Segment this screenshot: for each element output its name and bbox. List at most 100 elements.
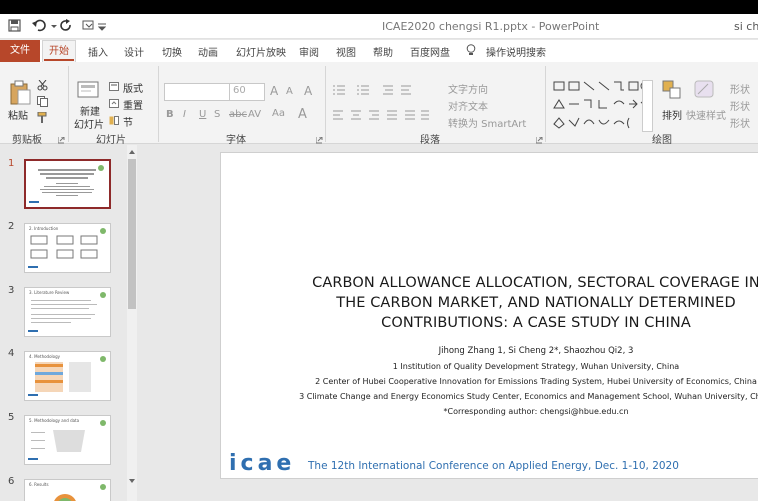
tab-insert[interactable]: 插入 bbox=[88, 44, 108, 59]
conference-footer: The 12th International Conference on App… bbox=[308, 460, 679, 472]
tell-me-search[interactable]: 操作说明搜索 bbox=[486, 44, 546, 59]
undo-icon[interactable] bbox=[32, 19, 48, 36]
slide-canvas[interactable]: CARBON ALLOWANCE ALLOCATION, SECTORAL CO… bbox=[220, 152, 758, 479]
shape-outline-button[interactable]: 形状 bbox=[730, 98, 750, 113]
slide-authors[interactable]: Jihong Zhang 1, Si Cheng 2*, Shaozhou Qi… bbox=[261, 346, 758, 356]
tab-file[interactable]: 文件 bbox=[0, 40, 40, 62]
ribbon-tabs: 文件 开始 插入 设计 切换 动画 幻灯片放映 审阅 视图 帮助 百度网盘 操作… bbox=[0, 40, 758, 62]
slide-thumbnail-6[interactable]: 6. Results bbox=[24, 479, 111, 501]
increase-font-icon[interactable]: A bbox=[270, 84, 278, 98]
dialog-launcher-icon[interactable] bbox=[535, 134, 543, 147]
thumbnail-title: 3. Literature Review bbox=[29, 290, 70, 295]
tab-design[interactable]: 设计 bbox=[124, 44, 144, 59]
affiliation-2: 2 Center of Hubei Cooperative Innovation… bbox=[315, 377, 757, 386]
cut-icon[interactable] bbox=[37, 79, 48, 94]
shapes-gallery-scroll[interactable] bbox=[642, 80, 653, 132]
shapes-gallery[interactable] bbox=[553, 80, 650, 135]
new-slide-dropdown[interactable]: 幻灯片 bbox=[74, 116, 104, 131]
font-name-combo[interactable] bbox=[164, 83, 232, 101]
slide-thumbnail-2[interactable]: 2. Introduction bbox=[24, 223, 111, 273]
tab-transitions[interactable]: 切换 bbox=[162, 44, 182, 59]
decrease-font-icon[interactable]: A bbox=[286, 86, 293, 97]
mouse-cursor-icon bbox=[520, 169, 532, 183]
group-label-slides: 幻灯片 bbox=[96, 135, 126, 146]
save-icon[interactable] bbox=[8, 19, 21, 36]
paste-icon[interactable] bbox=[9, 80, 31, 109]
shape-effects-button[interactable]: 形状 bbox=[730, 115, 750, 130]
thumbnail-title: 2. Introduction bbox=[29, 226, 59, 231]
thumbnail-scrollbar[interactable] bbox=[127, 145, 137, 501]
customize-icon[interactable] bbox=[82, 19, 96, 36]
redo-icon[interactable] bbox=[60, 19, 73, 36]
reset-button[interactable]: 重置 bbox=[123, 97, 143, 112]
new-slide-icon[interactable] bbox=[77, 80, 101, 105]
title-line: CARBON ALLOWANCE ALLOCATION, SECTORAL CO… bbox=[312, 275, 758, 291]
tab-animations[interactable]: 动画 bbox=[198, 44, 218, 59]
align-icons[interactable] bbox=[333, 109, 429, 124]
layout-button[interactable]: 版式 bbox=[123, 80, 143, 95]
title-bar: ICAE2020 chengsi R1.pptx - PowerPoint si… bbox=[0, 14, 758, 39]
strikethrough-icon[interactable]: abc bbox=[229, 109, 247, 120]
tab-baidu-netdisk[interactable]: 百度网盘 bbox=[410, 44, 450, 59]
corresponding-author: *Corresponding author: chengsi@hbue.edu.… bbox=[443, 407, 629, 416]
paste-button[interactable]: 粘贴 bbox=[8, 107, 28, 122]
arrange-button[interactable]: 排列 bbox=[662, 107, 682, 122]
slide-number: 1 bbox=[8, 158, 15, 169]
ribbon: 粘贴 剪贴板 新建 幻灯片 版式 重置 节 幻灯片 60 A A A B I U… bbox=[0, 62, 758, 147]
quick-styles-icon[interactable] bbox=[694, 80, 716, 103]
format-painter-icon[interactable] bbox=[37, 111, 48, 126]
chevron-down-icon[interactable] bbox=[51, 19, 57, 36]
chevron-down-icon[interactable] bbox=[97, 19, 107, 36]
change-case-icon[interactable]: Aa bbox=[272, 108, 285, 119]
font-color-icon[interactable]: A bbox=[298, 107, 307, 122]
character-spacing-icon[interactable]: AV bbox=[248, 109, 261, 120]
text-direction-button[interactable]: 文字方向 bbox=[448, 81, 488, 96]
slide-thumbnail-3[interactable]: 3. Literature Review bbox=[24, 287, 111, 337]
slide-number: 2 bbox=[8, 221, 15, 232]
dialog-launcher-icon[interactable] bbox=[315, 134, 323, 147]
align-text-button[interactable]: 对齐文本 bbox=[448, 98, 488, 113]
user-name[interactable]: si che bbox=[734, 20, 758, 33]
slide-title[interactable]: CARBON ALLOWANCE ALLOCATION, SECTORAL CO… bbox=[261, 273, 758, 333]
group-label-paragraph: 段落 bbox=[420, 135, 440, 146]
copy-icon[interactable] bbox=[37, 96, 48, 110]
slide-number: 5 bbox=[8, 412, 15, 423]
quick-styles-button[interactable]: 快速样式 bbox=[686, 107, 726, 122]
scroll-up-icon[interactable] bbox=[128, 146, 136, 159]
section-button[interactable]: 节 bbox=[123, 114, 133, 129]
tab-review[interactable]: 审阅 bbox=[299, 44, 319, 59]
tab-view[interactable]: 视图 bbox=[336, 44, 356, 59]
slide-thumbnails-pane: 1 2 2. Introduction 3 3. Literature Revi… bbox=[0, 145, 140, 501]
tab-help[interactable]: 帮助 bbox=[373, 44, 393, 59]
scroll-down-icon[interactable] bbox=[128, 475, 136, 488]
title-line: CONTRIBUTIONS: A CASE STUDY IN CHINA bbox=[381, 315, 691, 331]
bold-icon[interactable]: B bbox=[166, 109, 174, 120]
underline-icon[interactable]: U bbox=[199, 109, 206, 120]
group-label-clipboard: 剪贴板 bbox=[12, 135, 42, 146]
powerpoint-window: ICAE2020 chengsi R1.pptx - PowerPoint si… bbox=[0, 14, 758, 501]
affiliation-3: 3 Climate Change and Energy Economics St… bbox=[299, 392, 758, 401]
slide-thumbnail-4[interactable]: 4. Methodology bbox=[24, 351, 111, 401]
bullets-icon[interactable] bbox=[333, 84, 413, 99]
convert-smartart-button[interactable]: 转换为 SmartArt bbox=[448, 115, 526, 130]
thumbnail-title: 4. Methodology bbox=[29, 354, 61, 359]
slide-thumbnail-1[interactable] bbox=[24, 159, 111, 209]
scrollbar-thumb[interactable] bbox=[128, 159, 136, 309]
italic-icon[interactable]: I bbox=[183, 109, 186, 120]
slide-number: 4 bbox=[8, 348, 15, 359]
section-icon bbox=[109, 115, 119, 128]
clear-formatting-icon[interactable]: A bbox=[304, 84, 312, 98]
thumbnail-title: 5. Methodology and data bbox=[29, 418, 80, 423]
slide-thumbnail-5[interactable]: 5. Methodology and data bbox=[24, 415, 111, 465]
shadow-icon[interactable]: S bbox=[214, 109, 220, 120]
active-tab-indicator bbox=[44, 59, 74, 61]
font-size-combo[interactable]: 60 bbox=[229, 83, 265, 101]
arrange-icon[interactable] bbox=[662, 80, 682, 103]
affiliation-1: 1 Institution of Quality Development Str… bbox=[392, 362, 680, 371]
shape-fill-button[interactable]: 形状 bbox=[730, 81, 750, 96]
lightbulb-icon[interactable] bbox=[466, 44, 476, 59]
tab-slideshow[interactable]: 幻灯片放映 bbox=[236, 44, 286, 59]
document-title: ICAE2020 chengsi R1.pptx - PowerPoint bbox=[382, 20, 600, 33]
group-label-font: 字体 bbox=[226, 135, 246, 146]
reset-icon bbox=[109, 98, 119, 111]
